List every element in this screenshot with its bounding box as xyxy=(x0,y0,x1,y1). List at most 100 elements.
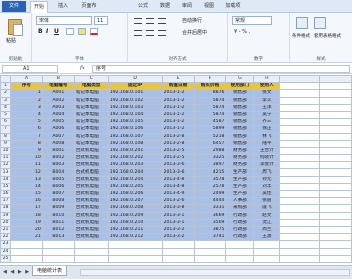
data-cell[interactable]: 行政部 xyxy=(225,218,255,227)
empty-cell[interactable] xyxy=(161,240,195,249)
data-cell[interactable]: B006 xyxy=(41,182,75,192)
data-cell[interactable]: 2013-3-6 xyxy=(161,168,195,177)
data-cell[interactable]: 3578 xyxy=(193,175,227,184)
empty-cell[interactable] xyxy=(279,211,321,220)
data-cell[interactable]: 生产部 xyxy=(225,189,255,199)
data-cell[interactable]: 2013-1-2 xyxy=(161,118,195,127)
empty-cell[interactable] xyxy=(225,254,255,263)
italic-button[interactable]: I xyxy=(46,28,48,35)
data-cell[interactable]: B012 xyxy=(41,225,75,235)
data-cell[interactable]: 王洋 xyxy=(253,103,281,112)
empty-cell[interactable] xyxy=(279,89,321,98)
data-cell[interactable]: 2013-3-2 xyxy=(161,225,195,235)
column-header[interactable]: F xyxy=(193,75,227,84)
empty-cell[interactable] xyxy=(319,154,352,163)
data-cell[interactable]: 16 xyxy=(9,197,43,206)
empty-cell[interactable] xyxy=(319,233,352,242)
data-cell[interactable]: 2013-1-2 xyxy=(161,125,195,134)
data-cell[interactable]: 192.168.0.107 xyxy=(107,132,163,141)
data-cell[interactable]: 2013-3-6 xyxy=(161,161,195,170)
empty-cell[interactable] xyxy=(279,82,321,91)
data-cell[interactable]: B003 xyxy=(41,161,75,170)
empty-cell[interactable] xyxy=(279,139,321,148)
data-cell[interactable]: 行政部 xyxy=(225,211,255,220)
data-cell[interactable]: 192.168.0.209 xyxy=(107,211,163,220)
data-cell[interactable]: 张文 xyxy=(253,89,281,98)
merge-center-button[interactable]: 合并后居中 xyxy=(182,29,207,36)
empty-cell[interactable] xyxy=(279,103,321,112)
data-cell[interactable]: A006 xyxy=(41,125,75,134)
data-cell[interactable]: 14 xyxy=(9,182,43,192)
empty-cell[interactable] xyxy=(107,240,163,249)
data-cell[interactable]: 2013-4-8 xyxy=(161,175,195,184)
row-header[interactable]: 20 xyxy=(0,218,11,227)
empty-cell[interactable] xyxy=(319,197,352,206)
data-cell[interactable]: 孙元 xyxy=(253,175,281,184)
name-box[interactable]: A1 xyxy=(2,65,58,73)
empty-cell[interactable] xyxy=(193,247,227,256)
row-header[interactable]: 13 xyxy=(0,168,11,177)
row-header[interactable]: 14 xyxy=(0,175,11,184)
data-cell[interactable]: 行政部 xyxy=(225,233,255,242)
data-cell[interactable]: 192.168.0.201 xyxy=(107,146,163,156)
data-cell[interactable]: 192.168.0.207 xyxy=(107,197,163,206)
row-header[interactable]: 23 xyxy=(0,240,11,249)
data-cell[interactable]: 徐正 xyxy=(253,125,281,134)
paste-icon[interactable] xyxy=(8,19,23,36)
empty-cell[interactable] xyxy=(279,254,321,263)
empty-cell[interactable] xyxy=(279,132,321,141)
data-cell[interactable]: 2988 xyxy=(193,146,227,156)
align-right-icon[interactable] xyxy=(158,30,166,36)
empty-cell[interactable] xyxy=(107,254,163,263)
row-header[interactable]: 11 xyxy=(0,154,11,163)
empty-cell[interactable] xyxy=(319,125,352,134)
data-cell[interactable]: 台式机电脑 xyxy=(73,225,109,235)
data-cell[interactable]: 3875 xyxy=(193,225,227,235)
data-cell[interactable]: 台式机电脑 xyxy=(73,168,109,177)
column-header[interactable] xyxy=(279,75,321,84)
empty-cell[interactable] xyxy=(319,254,352,263)
data-cell[interactable]: B011 xyxy=(41,218,75,227)
data-cell[interactable]: 台式机电脑 xyxy=(73,146,109,156)
data-cell[interactable]: 3897 xyxy=(193,161,227,170)
data-cell[interactable]: B010 xyxy=(41,211,75,220)
fx-icon[interactable]: fx xyxy=(80,65,85,71)
data-cell[interactable]: 笔记本电脑 xyxy=(73,118,109,127)
empty-cell[interactable] xyxy=(279,204,321,213)
data-cell[interactable]: B001 xyxy=(41,146,75,156)
empty-cell[interactable] xyxy=(73,247,109,256)
data-cell[interactable]: 2013-3-1 xyxy=(161,211,195,220)
empty-cell[interactable] xyxy=(279,189,321,199)
data-cell[interactable]: 王源 xyxy=(253,233,281,242)
empty-cell[interactable] xyxy=(225,240,255,249)
conditional-format-label[interactable]: 条件格式 xyxy=(292,33,310,39)
empty-cell[interactable] xyxy=(193,254,227,263)
wrap-text-button[interactable]: 自动换行 xyxy=(182,17,202,24)
empty-cell[interactable] xyxy=(319,182,352,192)
data-cell[interactable]: 台式机电脑 xyxy=(73,154,109,163)
row-header[interactable]: 10 xyxy=(0,146,11,156)
header-cell[interactable]: 购置日期 xyxy=(161,82,195,91)
data-cell[interactable]: 4215 xyxy=(193,168,227,177)
data-cell[interactable]: 人事部 xyxy=(225,197,255,206)
row-header[interactable]: 22 xyxy=(0,233,11,242)
sheet-tab[interactable]: 电脑统计表 xyxy=(32,266,68,276)
data-cell[interactable]: A001 xyxy=(41,89,75,98)
data-cell[interactable]: 3325 xyxy=(193,154,227,163)
data-cell[interactable]: 192.168.0.204 xyxy=(107,175,163,184)
data-cell[interactable]: 192.168.0.102 xyxy=(107,96,163,105)
data-cell[interactable]: A002 xyxy=(41,96,75,105)
empty-cell[interactable] xyxy=(319,161,352,170)
data-cell[interactable]: 5899 xyxy=(193,125,227,134)
data-cell[interactable]: 李义 xyxy=(253,96,281,105)
empty-cell[interactable] xyxy=(279,154,321,163)
data-cell[interactable]: B002 xyxy=(41,154,75,163)
data-cell[interactable]: 周飞 xyxy=(253,168,281,177)
empty-cell[interactable] xyxy=(319,89,352,98)
data-cell[interactable]: 销售部 xyxy=(225,132,255,141)
font-color-icon[interactable] xyxy=(90,28,98,35)
data-cell[interactable]: 2013-1-2 xyxy=(161,110,195,120)
tab-home[interactable]: 开始 xyxy=(30,1,48,13)
data-cell[interactable]: 7 xyxy=(9,132,43,141)
data-cell[interactable]: 销售部 xyxy=(225,125,255,134)
